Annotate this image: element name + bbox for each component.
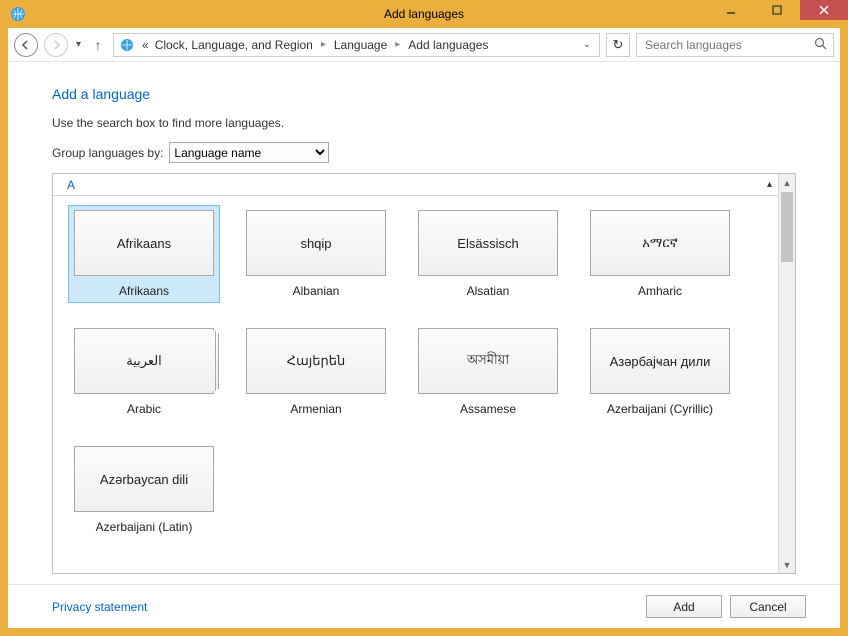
- breadcrumb-item[interactable]: Clock, Language, and Region: [155, 38, 313, 52]
- up-button[interactable]: ↑: [89, 37, 107, 53]
- content-area: Add a language Use the search box to fin…: [8, 62, 840, 584]
- titlebar[interactable]: Add languages: [0, 0, 848, 28]
- client-area: ▾ ↑ « Clock, Language, and Region ▸ Lang…: [8, 28, 840, 628]
- navigation-bar: ▾ ↑ « Clock, Language, and Region ▸ Lang…: [8, 28, 840, 62]
- close-button[interactable]: [800, 0, 848, 20]
- language-card: Азәрбајҹан дили: [590, 328, 730, 394]
- page-hint: Use the search box to find more language…: [52, 116, 796, 130]
- vertical-scrollbar[interactable]: ▲ ▼: [778, 174, 795, 573]
- breadcrumb-separator-icon[interactable]: ▸: [319, 39, 328, 50]
- location-icon: [118, 36, 136, 54]
- language-tiles: Afrikaans Afrikaans shqip Albanian Elsässisc…: [53, 206, 778, 538]
- language-card: Հայերեն: [246, 328, 386, 394]
- search-input[interactable]: [643, 37, 803, 53]
- address-dropdown-icon[interactable]: ⌄: [579, 39, 595, 50]
- language-caption: Assamese: [460, 402, 516, 416]
- control-panel-icon: [8, 4, 28, 24]
- collapse-icon[interactable]: ▴: [767, 179, 772, 190]
- language-caption: Amharic: [638, 284, 682, 298]
- language-tile[interactable]: Azərbaycan dili Azerbaijani (Latin): [69, 442, 219, 538]
- language-caption: Azerbaijani (Latin): [96, 520, 193, 534]
- language-caption: Alsatian: [467, 284, 510, 298]
- back-button[interactable]: [14, 33, 38, 57]
- language-list[interactable]: A ▴ Afrikaans Afrikaans shqip Albanian Elsäs…: [53, 174, 778, 573]
- breadcrumb-item[interactable]: Add languages: [408, 38, 488, 52]
- language-card: অসমীয়া: [418, 328, 558, 394]
- language-caption: Azerbaijani (Cyrillic): [607, 402, 713, 416]
- language-tile[interactable]: অসমীয়া Assamese: [413, 324, 563, 420]
- scroll-up-icon[interactable]: ▲: [779, 174, 795, 191]
- group-by-label: Group languages by:: [52, 146, 163, 160]
- language-tile[interactable]: Elsässisch Alsatian: [413, 206, 563, 302]
- language-card: shqip: [246, 210, 386, 276]
- refresh-button[interactable]: ↻: [606, 33, 630, 57]
- breadcrumb-prefix: «: [142, 38, 149, 52]
- minimize-button[interactable]: [708, 0, 754, 20]
- privacy-link[interactable]: Privacy statement: [52, 600, 147, 614]
- window-frame: Add languages ▾ ↑: [0, 0, 848, 636]
- language-tile[interactable]: አማርኛ Amharic: [585, 206, 735, 302]
- language-caption: Afrikaans: [119, 284, 169, 298]
- language-caption: Armenian: [290, 402, 341, 416]
- language-card: Azərbaycan dili: [74, 446, 214, 512]
- letter-header-label: A: [67, 178, 75, 192]
- footer-bar: Privacy statement Add Cancel: [8, 584, 840, 628]
- search-box[interactable]: [636, 33, 834, 57]
- language-tile[interactable]: Азәрбајҹан дили Azerbaijani (Cyrillic): [585, 324, 735, 420]
- breadcrumb-item[interactable]: Language: [334, 38, 387, 52]
- group-by-select[interactable]: Language name: [169, 142, 329, 163]
- language-caption: Albanian: [293, 284, 340, 298]
- language-tile[interactable]: shqip Albanian: [241, 206, 391, 302]
- window-buttons: [708, 0, 848, 20]
- breadcrumb-separator-icon[interactable]: ▸: [393, 39, 402, 50]
- group-by-row: Group languages by: Language name: [52, 142, 796, 163]
- language-tile[interactable]: Հայերեն Armenian: [241, 324, 391, 420]
- cancel-button[interactable]: Cancel: [730, 595, 806, 618]
- page-heading: Add a language: [52, 86, 796, 102]
- letter-header[interactable]: A ▴: [53, 178, 778, 196]
- scroll-thumb[interactable]: [781, 192, 793, 262]
- add-button[interactable]: Add: [646, 595, 722, 618]
- address-bar[interactable]: « Clock, Language, and Region ▸ Language…: [113, 33, 600, 57]
- language-list-frame: A ▴ Afrikaans Afrikaans shqip Albanian Elsäs…: [52, 173, 796, 574]
- language-card: አማርኛ: [590, 210, 730, 276]
- language-card: العربية: [74, 328, 214, 394]
- window-title: Add languages: [384, 7, 464, 21]
- language-card: Elsässisch: [418, 210, 558, 276]
- maximize-button[interactable]: [754, 0, 800, 20]
- language-caption: Arabic: [127, 402, 161, 416]
- language-tile[interactable]: Afrikaans Afrikaans: [69, 206, 219, 302]
- language-tile[interactable]: العربية Arabic: [69, 324, 219, 420]
- search-icon[interactable]: [814, 37, 827, 53]
- language-card: Afrikaans: [74, 210, 214, 276]
- scroll-down-icon[interactable]: ▼: [779, 556, 795, 573]
- forward-button[interactable]: [44, 33, 68, 57]
- history-dropdown-icon[interactable]: ▾: [74, 39, 83, 50]
